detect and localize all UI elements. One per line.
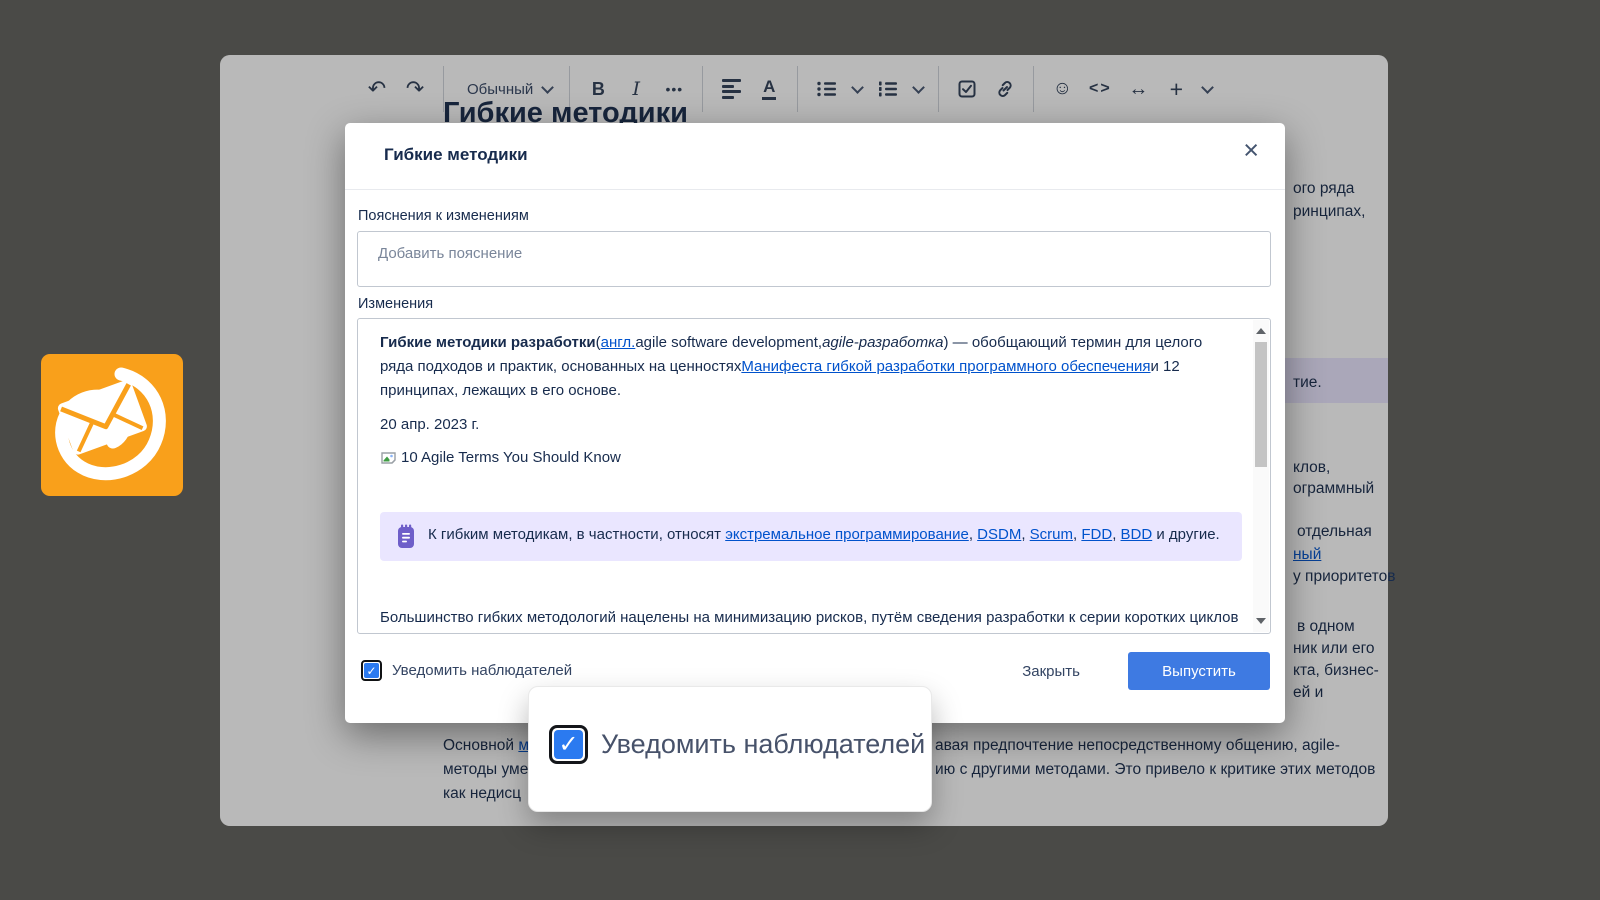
doc-date: 20 апр. 2023 г.	[380, 413, 1242, 437]
note-panel-icon	[396, 524, 416, 550]
screen: ↶ ↷ Обычный B I ••• A	[0, 0, 1600, 900]
changes-content: Гибкие методики разработки(англ.agile so…	[358, 319, 1253, 633]
magnifier-row: ✓ Уведомить наблюдателей	[529, 687, 931, 764]
doc-text: agile software development,	[635, 334, 822, 351]
note-panel-text: К гибким методикам, в частности, относят…	[428, 523, 1220, 550]
note-text: и другие.	[1152, 526, 1220, 543]
close-button[interactable]: Закрыть	[1016, 662, 1086, 681]
broken-image-row: 10 Agile Terms You Should Know	[380, 446, 1242, 470]
notify-watchers-label-large: Уведомить наблюдателей	[601, 729, 925, 760]
clipped-paragraph: Большинство гибких методологий нацелены …	[380, 606, 1242, 630]
mail-swirl-icon	[41, 354, 183, 496]
broken-image-alt-text: 10 Agile Terms You Should Know	[401, 446, 621, 470]
notify-watchers-row: ✓ Уведомить наблюдателей	[361, 660, 572, 681]
dialog-title: Гибкие методики	[384, 145, 528, 165]
scroll-down-button[interactable]	[1253, 613, 1269, 629]
publish-dialog: Гибкие методики × Пояснения к изменениям…	[345, 123, 1285, 723]
dialog-header-divider	[345, 189, 1285, 190]
checkbox-check-icon: ✓	[554, 730, 583, 759]
note-link[interactable]: экстремальное программирование	[725, 526, 969, 543]
note-panel: К гибким методикам, в частности, относят…	[380, 512, 1242, 561]
scroll-up-icon	[1256, 328, 1266, 334]
notify-watchers-checkbox-large[interactable]: ✓	[549, 725, 588, 764]
close-icon[interactable]: ×	[1243, 137, 1259, 164]
scroll-down-icon	[1256, 618, 1266, 624]
note-link[interactable]: Scrum	[1030, 526, 1073, 543]
changes-label: Изменения	[358, 296, 433, 312]
checkbox-check-icon: ✓	[364, 663, 379, 678]
changes-preview: Гибкие методики разработки(англ.agile so…	[357, 318, 1271, 634]
magnifier-popup: ✓ Уведомить наблюдателей	[528, 686, 932, 812]
note-link[interactable]: FDD	[1081, 526, 1112, 543]
dialog-actions: Закрыть Выпустить	[1016, 652, 1270, 690]
comment-input[interactable]	[357, 231, 1271, 287]
scrollbar[interactable]	[1253, 320, 1269, 632]
note-link[interactable]: BDD	[1121, 526, 1153, 543]
comment-label: Пояснения к изменениям	[358, 208, 529, 224]
doc-link[interactable]: англ.	[601, 334, 636, 351]
doc-italic-text: agile-разработка	[822, 334, 943, 351]
doc-bold-text: Гибкие методики разработки	[380, 334, 596, 351]
note-text: ,	[1021, 526, 1029, 543]
note-link[interactable]: DSDM	[977, 526, 1021, 543]
scrollbar-thumb[interactable]	[1255, 342, 1267, 467]
scroll-up-button[interactable]	[1253, 323, 1269, 339]
mail-swirl-logo	[41, 354, 183, 496]
notify-watchers-label: Уведомить наблюдателей	[392, 662, 572, 679]
note-text: ,	[1112, 526, 1120, 543]
note-text: К гибким методикам, в частности, относят	[428, 526, 725, 543]
broken-image-icon	[380, 449, 398, 467]
doc-link[interactable]: Манифеста гибкой разработки программного…	[741, 358, 1150, 375]
doc-paragraph: Гибкие методики разработки(англ.agile so…	[380, 331, 1232, 403]
note-text: ,	[969, 526, 977, 543]
notify-watchers-checkbox[interactable]: ✓	[361, 660, 382, 681]
publish-button[interactable]: Выпустить	[1128, 652, 1270, 690]
